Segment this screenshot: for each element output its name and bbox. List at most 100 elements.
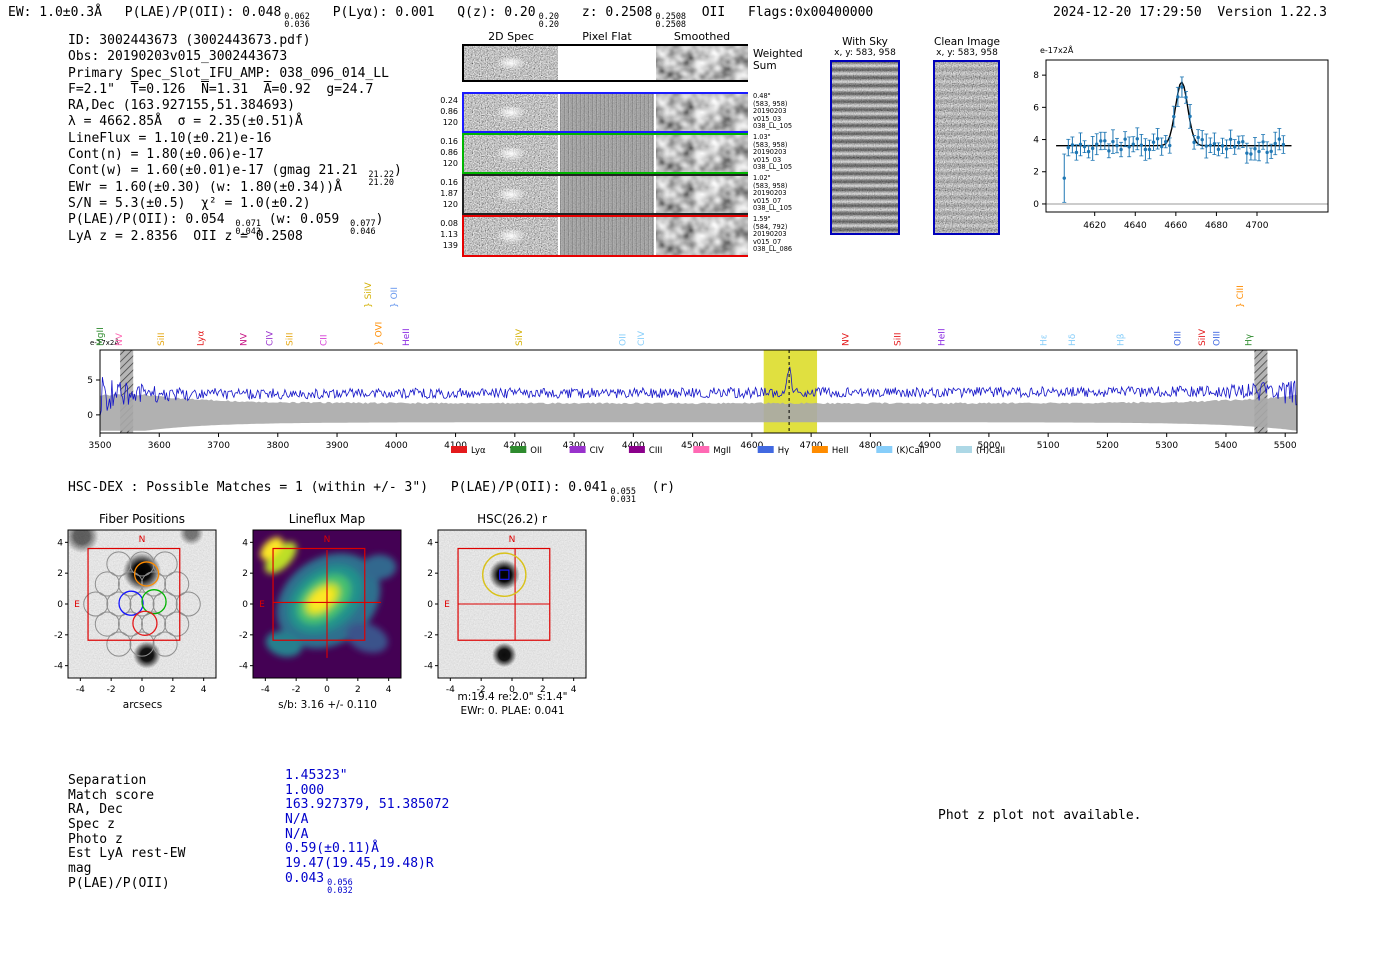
span-el: ) bbox=[394, 163, 402, 179]
div-el: 1.87 bbox=[440, 189, 458, 198]
row-label: mag bbox=[68, 861, 92, 877]
legend-label: CIII bbox=[649, 446, 662, 456]
text-el: 6 bbox=[1033, 103, 1039, 113]
circle-el bbox=[1188, 114, 1192, 119]
span-el: =1.31 bbox=[208, 81, 264, 97]
hsc-suffix: (r) bbox=[643, 480, 676, 495]
text-el: -4 bbox=[54, 662, 63, 672]
text-el: 0 bbox=[242, 600, 248, 610]
circle-el bbox=[1172, 114, 1176, 119]
row-value: 19.47(19.45,19.48)R bbox=[285, 856, 434, 872]
legend-swatch bbox=[811, 446, 828, 453]
span-el: Primary Spec_Slot_IFU_AMP: 038_096_014_L… bbox=[68, 65, 389, 81]
hsc-plae-sub: 0.031 bbox=[610, 495, 636, 505]
circle-el bbox=[1111, 139, 1115, 144]
flat-noise bbox=[560, 94, 654, 131]
emission-line-label: Hδ bbox=[1068, 333, 1078, 346]
text-el: 4680 bbox=[1205, 221, 1228, 231]
legend-label: (H)CaII bbox=[976, 446, 1005, 456]
text-el: 5100 bbox=[1037, 441, 1060, 451]
legend-label: Hγ bbox=[778, 446, 789, 456]
text-el: 4 bbox=[386, 685, 392, 695]
span-el: S/N = 5.3(±0.5) χ² = 1.0(±0.2) bbox=[68, 195, 311, 211]
col-title-pixelflat: Pixel Flat bbox=[582, 30, 632, 43]
legend-swatch bbox=[569, 446, 586, 453]
div-el: 120 bbox=[442, 159, 458, 168]
z-sub: 0.2508 bbox=[655, 20, 687, 30]
spec-image-strip bbox=[656, 135, 748, 172]
legend-swatch bbox=[693, 446, 710, 453]
circle-el bbox=[1176, 95, 1180, 99]
emission-bright-spot bbox=[681, 225, 723, 247]
header-timestamp: 2024-12-20 17:29:50 Version 1.22.3 bbox=[1053, 5, 1327, 20]
with-sky-coords: x, y: 583, 958 bbox=[834, 48, 896, 58]
noise-band bbox=[100, 394, 1298, 431]
emission-line-label: MgII bbox=[96, 327, 106, 346]
text-el: -4 bbox=[261, 685, 270, 695]
circle-el bbox=[1155, 137, 1160, 141]
text-el: 5300 bbox=[1155, 441, 1178, 451]
circle-el bbox=[1273, 141, 1277, 146]
emission-bright-spot bbox=[681, 143, 723, 164]
qz-value: Q(z): 0.20 bbox=[457, 5, 536, 20]
hsc-plae: P(LAE)/P(OII): 0.041 bbox=[450, 480, 608, 495]
emission-line-label: SiII bbox=[286, 332, 296, 346]
div-el: 0.08 bbox=[440, 219, 458, 228]
header-summary: EW: 1.0±0.3Å P(LAE)/P(OII): 0.048 0.062 0.… bbox=[8, 5, 873, 29]
legend-swatch bbox=[956, 446, 972, 453]
text-el: 2 bbox=[355, 685, 361, 695]
text-el: 4000 bbox=[385, 441, 408, 451]
circle-el bbox=[1237, 140, 1241, 145]
emission-line-label: SiIV bbox=[1198, 328, 1208, 346]
text-el: 5500 bbox=[1274, 441, 1297, 451]
emission-bright-spot bbox=[681, 102, 723, 123]
text-el: E bbox=[444, 600, 450, 610]
text-el: -2 bbox=[424, 631, 433, 641]
spec-image-strip bbox=[464, 135, 558, 172]
span-el: EWr = 1.60(±0.30) (w: 1.80(±0.34))Å bbox=[68, 179, 342, 195]
plya-value: P(Lyα): 0.001 bbox=[332, 5, 435, 20]
ew-value: EW: 1.0±0.3Å bbox=[8, 5, 102, 20]
lineflux-caption: s/b: 3.16 +/- 0.110 bbox=[278, 699, 377, 711]
text-el: 4660 bbox=[1164, 221, 1187, 231]
span-el: F=2.1" bbox=[68, 81, 131, 97]
flat-noise bbox=[560, 135, 654, 172]
circle-el bbox=[1082, 144, 1087, 149]
flat-noise bbox=[560, 217, 654, 255]
fiber-positions-panel: -4 -4 -2 -2 0 0 2 2 4 4 N E bbox=[54, 529, 217, 695]
legend-swatch bbox=[451, 446, 467, 453]
emission-line-label: NV bbox=[239, 332, 249, 346]
plae-uncertainty: 0.062 0.036 bbox=[284, 13, 310, 30]
circle-el bbox=[1135, 137, 1139, 141]
clean-image-coords: x, y: 583, 958 bbox=[936, 48, 998, 58]
circle-el bbox=[1095, 142, 1099, 146]
text-el: 3700 bbox=[207, 441, 230, 451]
info-line: λ = 4662.85Å σ = 2.35(±0.51)Å bbox=[68, 114, 402, 130]
row-value: N/A bbox=[285, 826, 309, 842]
div-el: 038_LL_105 bbox=[753, 204, 793, 213]
circle-el bbox=[1123, 137, 1127, 141]
full-spectrum-chart: 3500360037003800390040004100420043004400… bbox=[87, 282, 1298, 456]
info-line: F=2.1" T=0.126 N=1.31 A=0.92 g=24.7 bbox=[68, 82, 402, 98]
circle-el bbox=[1228, 137, 1233, 141]
g-el bbox=[68, 530, 216, 678]
circle-el bbox=[1143, 147, 1148, 152]
emission-line-label: Hε bbox=[1039, 334, 1049, 346]
span-el: P(LAE)/P(OII): 0.054 bbox=[68, 212, 233, 228]
text-el: 4 bbox=[201, 685, 207, 695]
span-el: RA,Dec (163.927155,51.384693) bbox=[68, 98, 295, 114]
circle-el bbox=[1090, 146, 1095, 151]
text-el: 5 bbox=[87, 376, 93, 386]
row-label: RA, Dec bbox=[68, 802, 123, 818]
circle-el bbox=[1208, 143, 1213, 147]
div-el: 0.16 bbox=[440, 178, 458, 187]
row-value: 0.59(±0.11)Å bbox=[285, 841, 379, 857]
hsc-prefix: HSC-DEX : Possible Matches = 1 (within +… bbox=[68, 480, 429, 495]
line-fit-chart: e-17x2Å 0 2 4 6 8 4620 4640 4660 4680 4700 bbox=[1033, 44, 1329, 231]
emission-line-label: HeII bbox=[937, 328, 947, 346]
div-el: 0.16 bbox=[440, 137, 458, 146]
emission-bright-spot bbox=[490, 225, 532, 247]
circle-el bbox=[1200, 137, 1204, 142]
emission-bright-spot bbox=[681, 53, 723, 73]
circle-el bbox=[1159, 144, 1164, 149]
